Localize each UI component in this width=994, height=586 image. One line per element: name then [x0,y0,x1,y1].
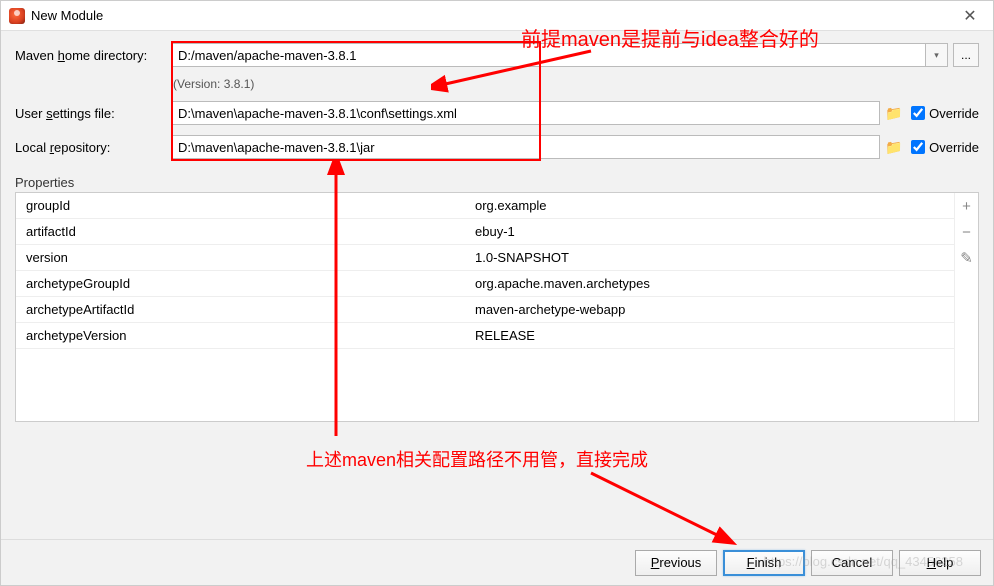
maven-home-browse-button[interactable]: ... [953,43,979,67]
local-repo-label: Local repository: [15,140,171,155]
table-row[interactable]: artifactIdebuy-1 [16,219,954,245]
new-module-dialog: New Module ✕ Maven home directory: ▾ ...… [0,0,994,586]
property-key: archetypeArtifactId [16,302,471,317]
property-value: maven-archetype-webapp [471,302,954,317]
property-value: 1.0-SNAPSHOT [471,250,954,265]
user-settings-override-checkbox[interactable] [911,106,925,120]
user-settings-override[interactable]: Override [911,106,979,121]
property-value: org.example [471,198,954,213]
local-repo-row: Local repository: 📁 Override [15,133,979,161]
annotation-finish-arrow [581,467,741,547]
table-row[interactable]: archetypeArtifactIdmaven-archetype-webap… [16,297,954,323]
local-repo-input[interactable] [171,135,880,159]
override-label: Override [929,106,979,121]
form-area: Maven home directory: ▾ ... (Version: 3.… [1,31,993,161]
maven-version-note: (Version: 3.8.1) [171,75,979,99]
user-settings-row: User settings file: 📁 Override [15,99,979,127]
table-row[interactable]: archetypeVersionRELEASE [16,323,954,349]
cancel-button[interactable]: Cancel [811,550,893,576]
dialog-title: New Module [31,8,955,23]
maven-home-input[interactable] [171,43,926,67]
remove-property-button[interactable]: − [955,219,978,245]
add-property-button[interactable]: + [955,193,978,219]
local-repo-folder-icon[interactable]: 📁 [885,135,903,159]
maven-home-label: Maven home directory: [15,48,171,63]
table-row[interactable]: version1.0-SNAPSHOT [16,245,954,271]
properties-sidebar: + − ✎ [954,193,978,421]
property-key: artifactId [16,224,471,239]
finish-button[interactable]: Finish [723,550,805,576]
property-value: ebuy-1 [471,224,954,239]
button-bar: Previous Finish Cancel Help [1,539,993,585]
user-settings-folder-icon[interactable]: 📁 [885,101,903,125]
user-settings-label: User settings file: [15,106,171,121]
property-key: archetypeGroupId [16,276,471,291]
close-icon[interactable]: ✕ [955,6,985,26]
local-repo-override-checkbox[interactable] [911,140,925,154]
properties-label: Properties [1,167,993,192]
property-key: groupId [16,198,471,213]
maven-home-row: Maven home directory: ▾ ... [15,41,979,69]
properties-box: groupIdorg.exampleartifactIdebuy-1versio… [15,192,979,422]
help-button[interactable]: Help [899,550,981,576]
maven-home-dropdown-icon[interactable]: ▾ [926,43,948,67]
table-row[interactable]: archetypeGroupIdorg.apache.maven.archety… [16,271,954,297]
app-icon [9,8,25,24]
override-label-2: Override [929,140,979,155]
properties-table[interactable]: groupIdorg.exampleartifactIdebuy-1versio… [16,193,954,421]
previous-button[interactable]: Previous [635,550,717,576]
edit-property-button[interactable]: ✎ [955,245,978,271]
annotation-bottom-text: 上述maven相关配置路径不用管，直接完成 [306,446,648,472]
property-key: version [16,250,471,265]
property-value: RELEASE [471,328,954,343]
property-key: archetypeVersion [16,328,471,343]
user-settings-input[interactable] [171,101,880,125]
local-repo-override[interactable]: Override [911,140,979,155]
title-bar: New Module ✕ [1,1,993,31]
table-row[interactable]: groupIdorg.example [16,193,954,219]
property-value: org.apache.maven.archetypes [471,276,954,291]
